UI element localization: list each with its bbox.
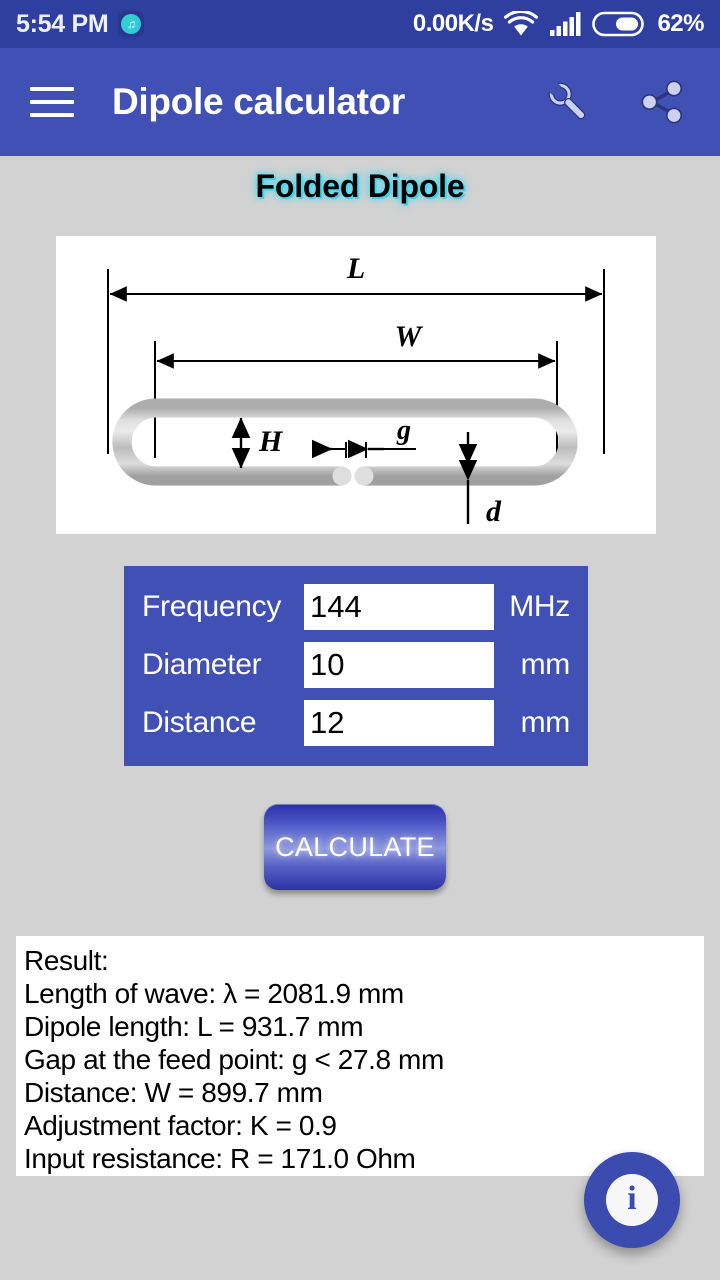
menu-bar-3 <box>30 113 74 117</box>
svg-text:H: H <box>258 425 284 458</box>
status-time: 5:54 PM <box>16 9 109 38</box>
result-line: Adjustment factor: K = 0.9 <box>24 1110 337 1141</box>
result-line: Length of wave: λ = 2081.9 mm <box>24 978 404 1009</box>
svg-text:L: L <box>346 252 365 285</box>
result-line: Dipole length: L = 931.7 mm <box>24 1011 364 1042</box>
frequency-input[interactable] <box>304 584 494 630</box>
diameter-label: Diameter <box>142 648 262 681</box>
svg-text:d: d <box>486 495 502 528</box>
info-icon: i <box>606 1174 658 1226</box>
cellular-signal-icon <box>549 11 581 37</box>
frequency-row: Frequency MHz <box>142 580 570 634</box>
result-line: Result: <box>24 945 109 976</box>
diameter-row: Diameter mm <box>142 638 570 692</box>
status-bar-left: 5:54 PM ♫ <box>16 9 145 39</box>
diameter-unit: mm <box>520 648 571 681</box>
battery-icon <box>592 10 646 38</box>
share-icon[interactable] <box>636 76 688 128</box>
network-speed-text: 0.00K/s <box>412 10 494 37</box>
distance-label: Distance <box>142 706 257 739</box>
result-line: Gap at the feed point: g < 27.8 mm <box>24 1044 444 1075</box>
frequency-label: Frequency <box>142 590 282 623</box>
distance-input[interactable] <box>304 700 494 746</box>
menu-bar-1 <box>30 87 74 91</box>
diameter-input[interactable] <box>304 642 494 688</box>
battery-percent-text: 62% <box>657 10 704 37</box>
svg-text:W: W <box>395 320 424 353</box>
folded-dipole-diagram: L W H g d <box>56 236 656 534</box>
result-line: Distance: W = 899.7 mm <box>24 1077 323 1108</box>
app-bar-actions <box>542 76 696 128</box>
app-title: Dipole calculator <box>112 81 406 122</box>
parameters-form: Frequency MHz Diameter mm Distance mm <box>124 566 588 766</box>
app-notification-icon: ♫ <box>118 11 145 37</box>
frequency-unit: MHz <box>509 590 570 623</box>
notification-dot: ♫ <box>121 14 142 34</box>
wrench-icon[interactable] <box>542 76 594 128</box>
page-title: Folded Dipole <box>255 168 465 204</box>
menu-bar-2 <box>30 100 74 104</box>
svg-text:g: g <box>396 415 411 446</box>
distance-unit: mm <box>520 706 571 739</box>
status-bar-right: 0.00K/s 62% <box>412 10 705 38</box>
info-fab-button[interactable]: i <box>584 1152 680 1248</box>
wifi-icon <box>504 11 539 37</box>
main-content: Folded Dipole L W H g d Frequency 144 MH… <box>0 156 720 1280</box>
hamburger-menu-icon[interactable] <box>24 74 80 130</box>
distance-row: Distance mm <box>142 696 570 750</box>
calculate-button[interactable]: CALCULATE <box>264 804 446 890</box>
result-panel: Result: Length of wave: λ = 2081.9 mm Di… <box>16 936 704 1176</box>
app-bar: Dipole calculator <box>0 48 720 156</box>
status-bar: 5:54 PM ♫ 0.00K/s 62% <box>0 0 720 48</box>
